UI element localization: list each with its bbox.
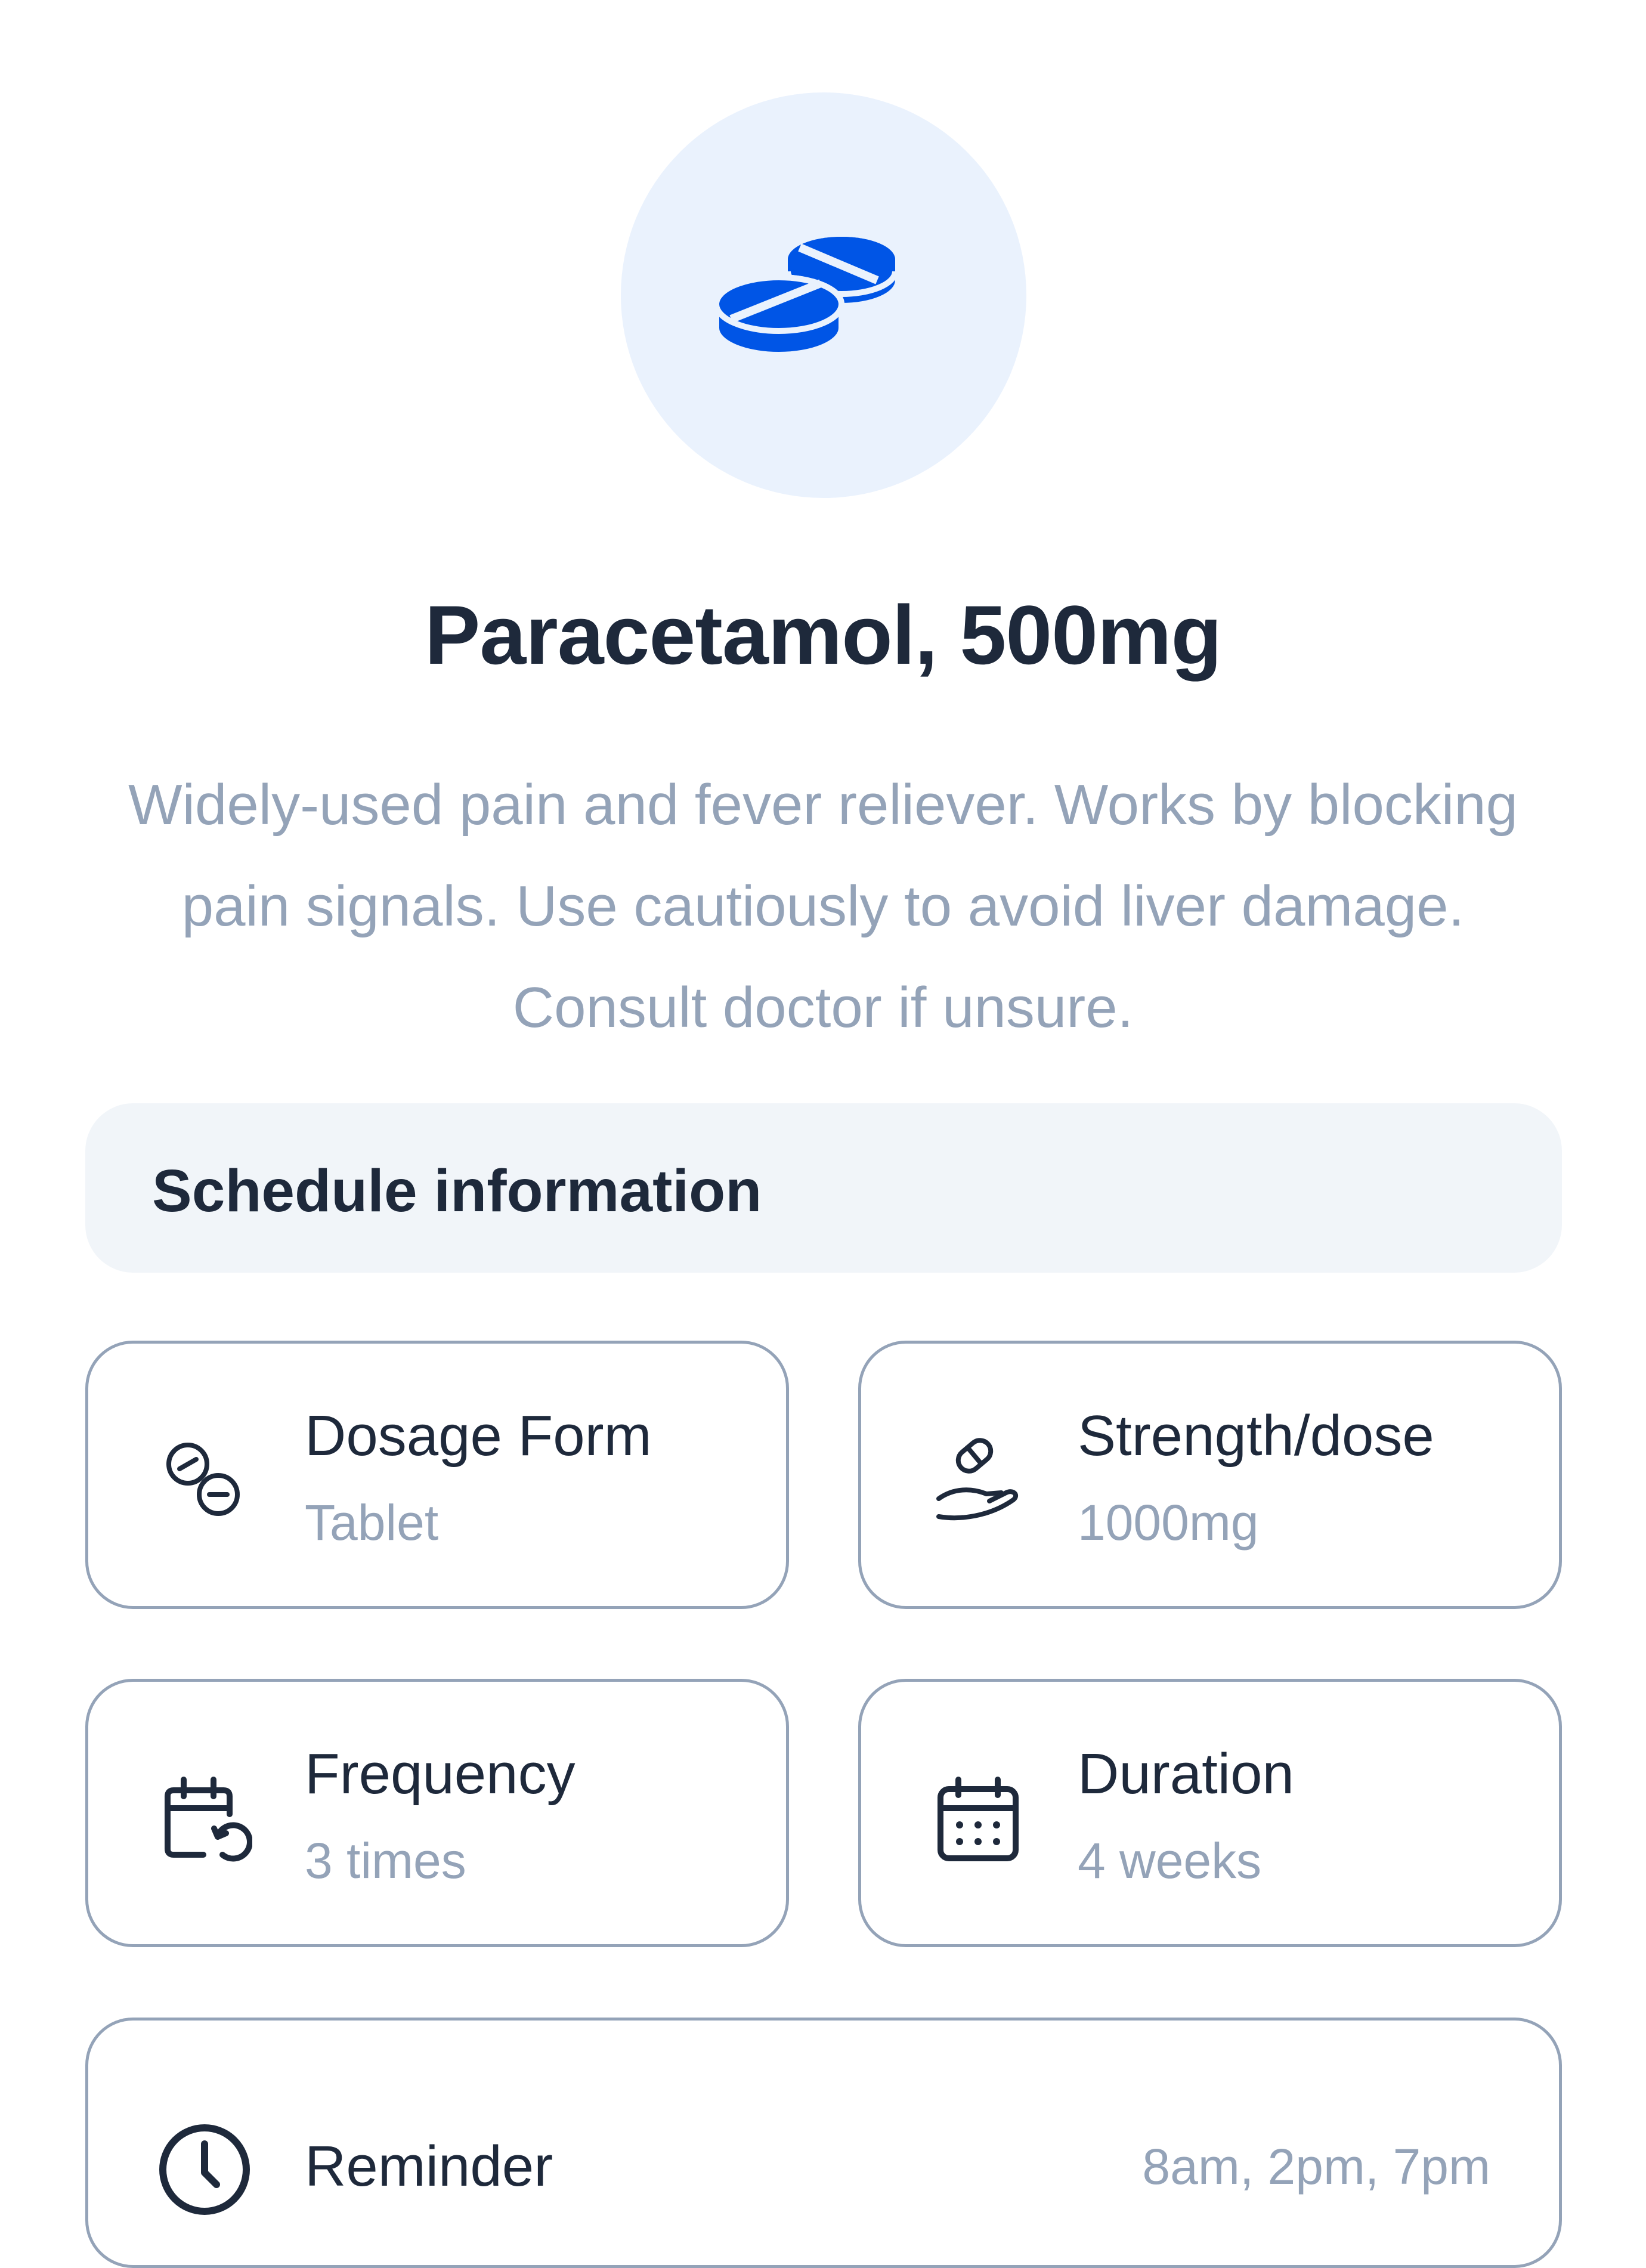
pills-icon [716, 237, 898, 358]
dosage-form-label: Dosage Form [305, 1404, 652, 1468]
schedule-header: Schedule information [85, 1103, 1562, 1273]
hand-pill-icon [930, 1433, 1025, 1528]
tablets-icon [157, 1433, 252, 1528]
reminder-card[interactable]: Reminder 8am, 2pm, 7pm [85, 2018, 1562, 2268]
clock-icon [154, 2119, 255, 2220]
frequency-card[interactable]: Frequency 3 times [85, 1679, 789, 1947]
dosage-form-value: Tablet [305, 1495, 439, 1551]
medication-icon-circle [621, 92, 1026, 498]
schedule-header-title: Schedule information [152, 1158, 762, 1224]
reminder-label: Reminder [305, 2134, 553, 2198]
medication-description: Widely-used pain and fever reliever. Wor… [128, 773, 1518, 1039]
reminder-times: 8am, 2pm, 7pm [1142, 2139, 1490, 2195]
duration-card[interactable]: Duration 4 weeks [858, 1679, 1562, 1947]
frequency-value: 3 times [305, 1833, 466, 1889]
calendar-icon [930, 1771, 1025, 1867]
duration-value: 4 weeks [1078, 1833, 1262, 1889]
medication-title: Paracetamol, 500mg [424, 588, 1222, 682]
duration-label: Duration [1078, 1742, 1294, 1806]
strength-dose-label: Strength/dose [1078, 1404, 1434, 1468]
dosage-form-card[interactable]: Dosage Form Tablet [85, 1341, 789, 1609]
frequency-label: Frequency [305, 1742, 576, 1806]
strength-dose-card[interactable]: Strength/dose 1000mg [858, 1341, 1562, 1609]
strength-dose-value: 1000mg [1078, 1495, 1259, 1551]
calendar-repeat-icon [157, 1771, 253, 1867]
